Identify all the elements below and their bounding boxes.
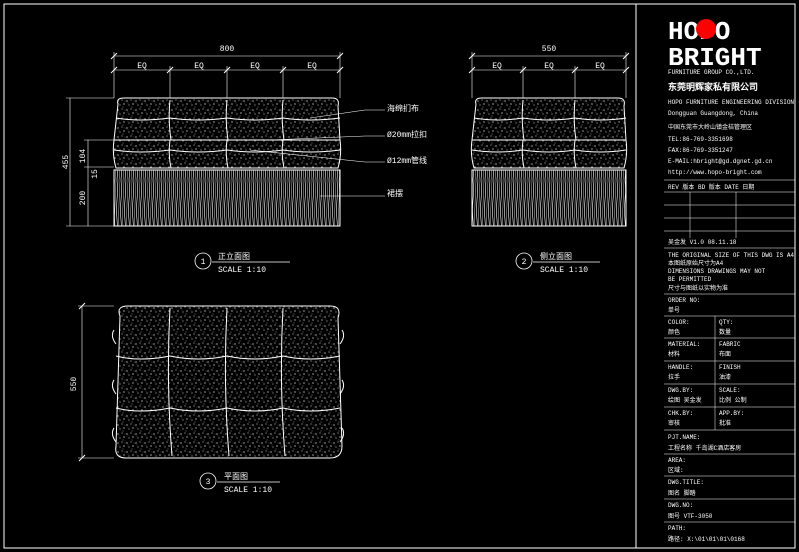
svg-text:油漆: 油漆 (719, 373, 731, 381)
gap-height-dimension: 15 (91, 169, 100, 179)
field-row: COLOR: 颜色 QTY: 数量 (668, 319, 733, 336)
svg-text:CHK.BY:: CHK.BY: (668, 410, 693, 417)
svg-text:MATERIAL:: MATERIAL: (668, 341, 700, 348)
svg-text:颜色: 颜色 (668, 328, 680, 336)
company-chinese-name: 东莞明辉家私有限公司 (668, 81, 758, 93)
note-line: 尺寸与图纸以实物为准 (668, 284, 728, 292)
company-english-name: FURNITURE GROUP CO.,LTD. (668, 69, 754, 76)
eq-label: EQ (194, 62, 204, 71)
view-title: 侧立面图 (540, 251, 572, 262)
field-row: CHK.BY: 审核 APP.BY: 批准 (668, 410, 744, 427)
path-label: PATH: (668, 525, 686, 532)
eq-label: EQ (137, 62, 147, 71)
side-elevation-view: 550 EQ EQ EQ 2 侧立面图 SCALE 1:10 (468, 45, 630, 275)
field-row: MATERIAL: 材料 FABRIC 布面 (668, 341, 741, 358)
callout-button: Ø20mm拉扣 (387, 129, 427, 140)
callout-skirt: 裙摆 (387, 188, 403, 199)
plan-depth-dimension: 550 (70, 377, 79, 392)
svg-text:比例 公制: 比例 公制 (719, 396, 747, 404)
area-value: 区域: (668, 466, 684, 474)
front-elevation-view: 800 EQ EQ EQ EQ 455 104 15 200 海绵扪布 Ø20m… (62, 45, 427, 275)
eq-label: EQ (595, 62, 605, 71)
order-no-cn: 单号 (668, 306, 680, 314)
callout-foam-fabric: 海绵扪布 (387, 103, 419, 114)
project-name-value: 工程名称 千岛湖C酒店客房 (668, 444, 741, 452)
view-scale: SCALE 1:10 (218, 266, 266, 275)
cad-drawing-sheet: 800 EQ EQ EQ EQ 455 104 15 200 海绵扪布 Ø20m… (3, 3, 796, 549)
callout-piping: Ø12mm管线 (387, 155, 427, 166)
note-line: THE ORIGINAL SIZE OF THIS DWG IS A4 (668, 252, 794, 259)
order-no-label: ORDER NO: (668, 297, 700, 304)
revision-header: REV 版本 BD 版本 DATE 日期 (668, 183, 754, 191)
eq-label: EQ (250, 62, 260, 71)
svg-text:COLOR:: COLOR: (668, 319, 690, 326)
company-info-line: FAX:86-769-3351247 (668, 147, 733, 154)
svg-text:QTY:: QTY: (719, 319, 733, 326)
svg-text:FINISH: FINISH (719, 364, 741, 371)
revision-row: 吴金发 V1.0 08.11.18 (668, 238, 737, 246)
company-logo: HOPO BRIGHT (668, 17, 762, 73)
eq-label: EQ (544, 62, 554, 71)
svg-text:数量: 数量 (719, 328, 731, 336)
view-scale: SCALE 1:10 (540, 266, 588, 275)
note-line: BE PERMITTED (668, 276, 712, 283)
view-scale: SCALE 1:10 (224, 486, 272, 495)
svg-text:DWG.BY:: DWG.BY: (668, 387, 693, 394)
svg-text:HANDLE:: HANDLE: (668, 364, 693, 371)
base-height-dimension: 200 (79, 191, 88, 206)
company-info-line: http://www.hopo-bright.com (668, 169, 762, 176)
view-title: 正立面图 (218, 251, 250, 262)
area-label: AREA: (668, 457, 686, 464)
front-width-dimension: 800 (220, 45, 235, 54)
svg-text:材料: 材料 (668, 350, 680, 358)
cushion-height-dimension: 104 (79, 149, 88, 164)
logo-red-dot (696, 19, 716, 39)
eq-label: EQ (492, 62, 502, 71)
view-number: 2 (522, 258, 527, 267)
svg-text:绘图 吴金发: 绘图 吴金发 (668, 396, 702, 404)
plan-view: 550 3 平面图 SCALE 1:10 (70, 302, 345, 495)
company-info-line: E-MAIL:hbright@gd.dgnet.gd.cn (668, 158, 773, 165)
drawing-title-label: DWG.TITLE: (668, 479, 704, 486)
front-height-dimension: 455 (62, 155, 71, 170)
note-line: DIMENSIONS DRAWINGS MAY NOT (668, 268, 766, 275)
svg-text:FABRIC: FABRIC (719, 341, 741, 348)
eq-label: EQ (307, 62, 317, 71)
side-width-dimension: 550 (542, 45, 557, 54)
company-info-line: Dongguan Guangdong, China (668, 110, 758, 117)
svg-text:批准: 批准 (719, 419, 731, 427)
svg-text:拉手: 拉手 (668, 373, 680, 381)
company-info-line: HOPO FURNITURE ENGINEERING DIVISION (668, 99, 794, 106)
title-block: HOPO BRIGHT FURNITURE GROUP CO.,LTD. 东莞明… (664, 17, 795, 543)
svg-text:APP.BY:: APP.BY: (719, 410, 744, 417)
field-row: HANDLE: 拉手 FINISH 油漆 (668, 364, 741, 381)
drawing-number-label: DWG.NO: (668, 502, 693, 509)
svg-text:布面: 布面 (719, 350, 731, 358)
field-row: DWG.BY: 绘图 吴金发 SCALE: 比例 公制 (668, 387, 747, 404)
drawing-number-value: 图号 VTF-3050 (668, 513, 713, 520)
path-value: 路径: X:\01\01\01\0168 (668, 535, 745, 543)
view-title: 平面图 (224, 472, 248, 482)
view-number: 1 (201, 258, 206, 267)
company-info-line: 中国东莞市大岭山镇金桔管理区 (668, 123, 752, 131)
company-info-line: TEL:86-769-3351698 (668, 136, 733, 143)
view-number: 3 (206, 478, 211, 487)
drawing-title-value: 图名 脚踏 (668, 489, 696, 497)
note-line: 本图纸原始尺寸为A4 (668, 259, 724, 267)
project-name-label: PJT.NAME: (668, 434, 700, 441)
svg-text:SCALE:: SCALE: (719, 387, 741, 394)
svg-text:审核: 审核 (668, 419, 680, 427)
